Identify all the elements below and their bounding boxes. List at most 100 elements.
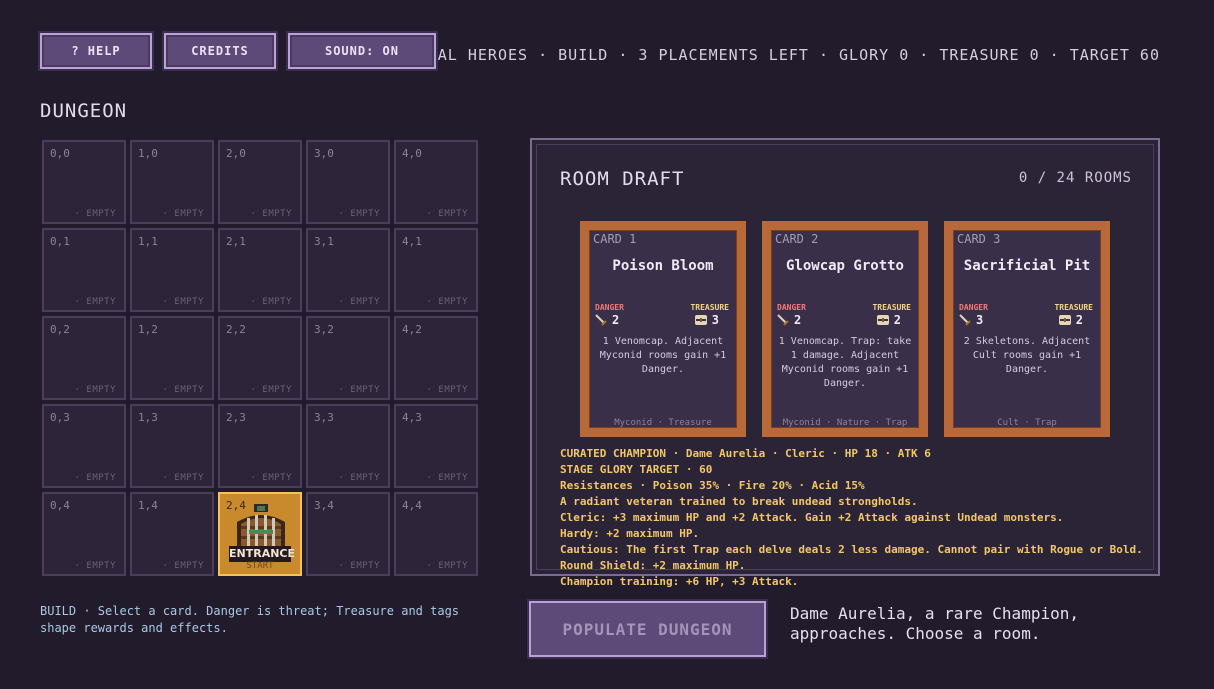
cell-coord: 1,2: [138, 323, 158, 336]
sword-icon: [777, 314, 789, 326]
sword-icon: [595, 314, 607, 326]
cell-empty-label: · EMPTY: [338, 561, 380, 571]
room-card-2[interactable]: CARD 2 Glowcap Grotto DANGER TREASURE 2 …: [762, 221, 928, 437]
cell-coord: 2,2: [226, 323, 246, 336]
dungeon-cell[interactable]: 2,0 · EMPTY: [218, 140, 302, 224]
treasure-label: TREASURE: [1054, 303, 1093, 312]
dungeon-cell[interactable]: 2,1 · EMPTY: [218, 228, 302, 312]
treasure-label: TREASURE: [690, 303, 729, 312]
cell-coord: 2,3: [226, 411, 246, 424]
cell-coord: 3,3: [314, 411, 334, 424]
dungeon-cell[interactable]: 0,1 · EMPTY: [42, 228, 126, 312]
cell-empty-label: · EMPTY: [426, 385, 468, 395]
chest-icon: [694, 315, 707, 325]
cell-coord: 4,1: [402, 235, 422, 248]
cell-empty-label: · EMPTY: [250, 297, 292, 307]
treasure-number: 3: [711, 313, 719, 327]
dungeon-cell[interactable]: 0,2 · EMPTY: [42, 316, 126, 400]
card-number: CARD 1: [593, 232, 637, 246]
sound-toggle-button[interactable]: SOUND: ON: [286, 31, 438, 71]
entrance-cell[interactable]: 2,4 ENTRANCE START: [218, 492, 302, 576]
cell-coord: 1,3: [138, 411, 158, 424]
treasure-label: TREASURE: [872, 303, 911, 312]
dungeon-cell[interactable]: 3,2 · EMPTY: [306, 316, 390, 400]
info-line: Resistances · Poison 35% · Fire 20% · Ac…: [560, 479, 865, 492]
card-number: CARD 2: [775, 232, 819, 246]
cell-empty-label: · EMPTY: [162, 297, 204, 307]
dungeon-cell[interactable]: 3,1 · EMPTY: [306, 228, 390, 312]
dungeon-title: DUNGEON: [40, 100, 128, 122]
dungeon-cell[interactable]: 1,1 · EMPTY: [130, 228, 214, 312]
cell-coord: 1,1: [138, 235, 158, 248]
dungeon-cell[interactable]: 4,2 · EMPTY: [394, 316, 478, 400]
help-button[interactable]: ? HELP: [38, 31, 154, 71]
card-tags: Myconid · Treasure: [614, 418, 712, 428]
dungeon-cell[interactable]: 0,0 · EMPTY: [42, 140, 126, 224]
cell-empty-label: · EMPTY: [250, 209, 292, 219]
dungeon-cell[interactable]: 4,4 · EMPTY: [394, 492, 478, 576]
dungeon-cell[interactable]: 4,3 · EMPTY: [394, 404, 478, 488]
dungeon-cell[interactable]: 1,3 · EMPTY: [130, 404, 214, 488]
dungeon-cell[interactable]: 0,4 · EMPTY: [42, 492, 126, 576]
danger-value: 2: [777, 313, 801, 327]
dungeon-cell[interactable]: 1,4 · EMPTY: [130, 492, 214, 576]
info-line: Champion training: +6 HP, +3 Attack.: [560, 575, 799, 588]
cell-coord: 2,0: [226, 147, 246, 160]
cell-coord: 4,4: [402, 499, 422, 512]
info-line: STAGE GLORY TARGET · 60: [560, 463, 713, 476]
cell-coord: 3,0: [314, 147, 334, 160]
card-name: Poison Bloom: [612, 258, 714, 274]
dungeon-cell[interactable]: 3,0 · EMPTY: [306, 140, 390, 224]
info-line: A radiant veteran trained to break undea…: [560, 495, 918, 508]
dungeon-cell[interactable]: 2,3 · EMPTY: [218, 404, 302, 488]
cell-empty-label: · EMPTY: [250, 473, 292, 483]
room-card-3[interactable]: CARD 3 Sacrificial Pit DANGER TREASURE 3…: [944, 221, 1110, 437]
build-hint: BUILD · Select a card. Danger is threat;…: [40, 604, 460, 635]
dungeon-cell[interactable]: 1,0 · EMPTY: [130, 140, 214, 224]
cell-empty-label: · EMPTY: [426, 297, 468, 307]
danger-label: DANGER: [959, 303, 988, 312]
card-tags: Cult · Trap: [997, 418, 1057, 428]
dungeon-cell[interactable]: 4,1 · EMPTY: [394, 228, 478, 312]
dungeon-cell[interactable]: 3,3 · EMPTY: [306, 404, 390, 488]
dungeon-cell[interactable]: 2,2 · EMPTY: [218, 316, 302, 400]
dungeon-cell[interactable]: 1,2 · EMPTY: [130, 316, 214, 400]
cell-empty-label: · EMPTY: [162, 209, 204, 219]
cell-coord: 3,1: [314, 235, 334, 248]
dungeon-cell[interactable]: 0,3 · EMPTY: [42, 404, 126, 488]
cell-empty-label: · EMPTY: [426, 473, 468, 483]
cell-coord: 1,0: [138, 147, 158, 160]
populate-dungeon-button[interactable]: POPULATE DUNGEON: [527, 599, 768, 659]
cell-coord: 4,0: [402, 147, 422, 160]
cell-empty-label: · EMPTY: [426, 561, 468, 571]
card-number: CARD 3: [957, 232, 1001, 246]
card-description: 1 Venomcap. Trap: take 1 damage. Adjacen…: [778, 336, 912, 389]
cell-empty-label: · EMPTY: [162, 473, 204, 483]
dungeon-cell[interactable]: 3,4 · EMPTY: [306, 492, 390, 576]
cell-coord: 0,0: [50, 147, 70, 160]
cell-empty-label: · EMPTY: [74, 561, 116, 571]
cell-coord: 1,4: [138, 499, 158, 512]
card-description: 1 Venomcap. Adjacent Myconid rooms gain …: [599, 336, 727, 375]
room-draft-title: ROOM DRAFT: [560, 168, 685, 190]
danger-number: 3: [976, 313, 984, 327]
chest-icon: [876, 315, 889, 325]
info-line: Hardy: +2 maximum HP.: [560, 527, 700, 540]
treasure-value: 3: [694, 313, 719, 327]
dungeon-cell[interactable]: 4,0 · EMPTY: [394, 140, 478, 224]
cell-coord: 0,2: [50, 323, 70, 336]
treasure-number: 2: [893, 313, 901, 327]
treasure-number: 2: [1075, 313, 1083, 327]
cell-empty-label: · EMPTY: [74, 473, 116, 483]
card-name: Glowcap Grotto: [785, 258, 904, 274]
info-line: Cleric: +3 maximum HP and +2 Attack. Gai…: [560, 511, 1064, 524]
danger-label: DANGER: [595, 303, 624, 312]
cell-empty-label: · EMPTY: [162, 561, 204, 571]
card-tags: Myconid · Nature · Trap: [782, 418, 908, 428]
credits-button[interactable]: CREDITS: [162, 31, 278, 71]
cell-empty-label: · EMPTY: [162, 385, 204, 395]
room-count: 0 / 24 ROOMS: [1018, 170, 1132, 186]
card-name: Sacrificial Pit: [963, 258, 1091, 274]
room-card-1[interactable]: CARD 1 Poison Bloom DANGER TREASURE 2 3 …: [580, 221, 746, 437]
cell-empty-label: · EMPTY: [338, 209, 380, 219]
